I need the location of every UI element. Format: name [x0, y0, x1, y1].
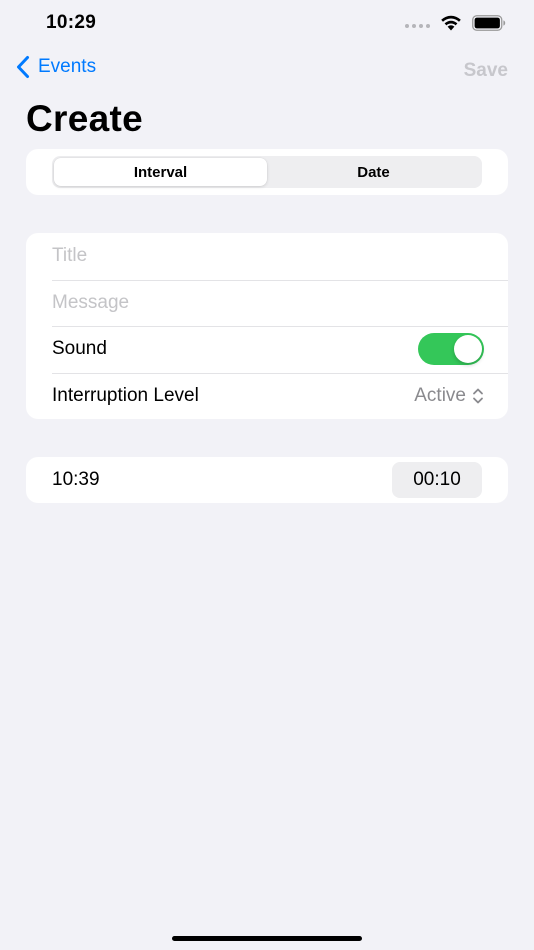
chevron-up-down-icon [473, 388, 483, 404]
title-input[interactable] [52, 245, 484, 268]
navigation-bar: Events Save [0, 55, 534, 87]
toggle-knob [454, 335, 482, 364]
signal-dots-icon [405, 23, 430, 28]
wifi-icon [441, 15, 461, 31]
fire-time-label: 10:39 [52, 469, 100, 490]
notification-form: Sound Interruption Level Active [26, 233, 508, 419]
page-title: Create [26, 98, 143, 139]
status-icons [405, 14, 506, 31]
sound-row: Sound [26, 326, 508, 373]
battery-icon [472, 14, 506, 31]
interruption-level-row: Interruption Level Active [26, 372, 508, 420]
home-indicator [172, 936, 362, 941]
message-row [26, 279, 508, 327]
back-button-label: Events [38, 56, 97, 77]
sound-toggle[interactable] [418, 333, 484, 366]
interruption-level-value: Active [414, 384, 466, 406]
segment-date[interactable]: Date [267, 158, 480, 186]
sound-label: Sound [52, 338, 107, 360]
chevron-left-icon [17, 56, 29, 78]
save-button[interactable]: Save [464, 60, 508, 82]
interruption-level-label: Interruption Level [52, 384, 199, 406]
segment-interval[interactable]: Interval [54, 158, 267, 186]
segment-group: Interval Date [26, 149, 508, 195]
interruption-level-picker[interactable]: Active [414, 385, 484, 407]
status-bar: 10:29 [0, 0, 534, 48]
interval-row: 10:39 00:10 [26, 457, 508, 503]
mode-segmented-control: Interval Date [52, 156, 482, 188]
status-time: 10:29 [46, 12, 97, 33]
duration-picker[interactable]: 00:10 [392, 462, 482, 498]
message-input[interactable] [52, 291, 484, 314]
back-button[interactable]: Events [16, 55, 96, 79]
interval-group: 10:39 00:10 [26, 457, 508, 503]
title-row [26, 233, 508, 280]
